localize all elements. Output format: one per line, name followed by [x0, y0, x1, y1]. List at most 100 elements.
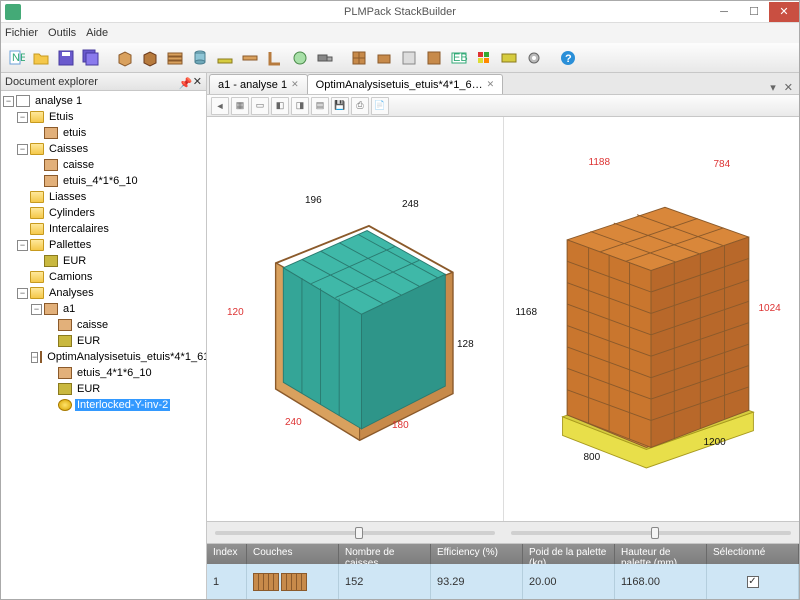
tree-root[interactable]: analyse 1: [33, 95, 84, 107]
col-sel[interactable]: Sélectionné: [707, 544, 799, 564]
cell-nombre: 152: [339, 564, 431, 599]
svg-text:NEW: NEW: [12, 52, 25, 64]
minimize-button[interactable]: ─: [709, 2, 739, 22]
tab-menu-icon[interactable]: ▾: [766, 81, 780, 94]
tree-a1-eur[interactable]: EUR: [75, 335, 102, 347]
view-toolbar: ◄ ▦ ▭ ◧ ◨ ▤ 💾 ⎙ 📄: [207, 95, 799, 117]
col-hauteur[interactable]: Hauteur de palette (mm): [615, 544, 707, 564]
cell-couches: [247, 564, 339, 599]
select-checkbox: [747, 576, 759, 588]
tree-analyses[interactable]: Analyses: [47, 287, 96, 299]
angle-slider-1[interactable]: [215, 531, 495, 535]
view2-icon[interactable]: ▭: [251, 97, 269, 115]
pallet-icon[interactable]: [214, 47, 236, 69]
tab-a1[interactable]: a1 - analyse 1✕: [209, 74, 308, 94]
menu-outils[interactable]: Outils: [48, 27, 76, 39]
tree-etuis[interactable]: Etuis: [47, 111, 75, 123]
help-icon[interactable]: ?: [557, 47, 579, 69]
film-icon[interactable]: [289, 47, 311, 69]
cylinder-icon[interactable]: [189, 47, 211, 69]
dim-1168: 1168: [516, 307, 538, 318]
col-index[interactable]: Index: [207, 544, 247, 564]
analysis4-icon[interactable]: [423, 47, 445, 69]
dim-128: 128: [457, 339, 474, 350]
pin-icon[interactable]: 📌: [179, 77, 189, 87]
cube-icon[interactable]: [473, 47, 495, 69]
tree-cylinders[interactable]: Cylinders: [47, 207, 97, 219]
case-3d-view[interactable]: 196 248 120 128 240 180: [207, 117, 503, 521]
col-poids[interactable]: Poid de la palette (kg): [523, 544, 615, 564]
tree-a1[interactable]: a1: [61, 303, 77, 315]
layer-thumb-icon: [253, 573, 279, 591]
box-icon[interactable]: [114, 47, 136, 69]
corner-icon[interactable]: [264, 47, 286, 69]
cell-sel[interactable]: [707, 564, 799, 599]
table-row[interactable]: 1 152 93.29 20.00 1168.00: [207, 564, 799, 599]
explorer-close-icon[interactable]: ✕: [193, 75, 202, 88]
tree-optim[interactable]: OptimAnalysisetuis_etuis*4*1_61: [45, 351, 206, 363]
col-couches[interactable]: Couches: [247, 544, 339, 564]
menu-aide[interactable]: Aide: [86, 27, 108, 39]
truck-icon[interactable]: [314, 47, 336, 69]
dim-784: 784: [714, 159, 731, 170]
tab-optim[interactable]: OptimAnalysisetuis_etuis*4*1_6…✕: [307, 74, 503, 94]
print-icon[interactable]: ⎙: [351, 97, 369, 115]
tree-view[interactable]: −analyse 1 −Etuis etuis −Caisses caisse …: [1, 91, 206, 599]
angle-slider-2[interactable]: [511, 531, 791, 535]
bundle-icon[interactable]: [164, 47, 186, 69]
ect-icon[interactable]: EBCS: [448, 47, 470, 69]
tab-overflow-close-icon[interactable]: ✕: [780, 81, 797, 94]
dim-196: 196: [305, 195, 322, 206]
save-icon[interactable]: [55, 47, 77, 69]
tree-camions[interactable]: Camions: [47, 271, 94, 283]
tree-a1-caisse[interactable]: caisse: [75, 319, 110, 331]
save-view-icon[interactable]: 💾: [331, 97, 349, 115]
results-table: Index Couches Nombre de caisses Efficien…: [207, 543, 799, 599]
maximize-button[interactable]: ☐: [739, 2, 769, 22]
close-button[interactable]: ✕: [769, 2, 799, 22]
title-bar: PLMPack StackBuilder ─ ☐ ✕: [1, 1, 799, 23]
cell-eff: 93.29: [431, 564, 523, 599]
tree-intercalaires[interactable]: Intercalaires: [47, 223, 111, 235]
cell-poids: 20.00: [523, 564, 615, 599]
explorer-title: Document explorer: [5, 76, 98, 88]
tree-caisses[interactable]: Caisses: [47, 143, 90, 155]
window-title: PLMPack StackBuilder: [344, 6, 456, 18]
viewport: 196 248 120 128 240 180: [207, 117, 799, 521]
analysis1-icon[interactable]: [348, 47, 370, 69]
report-icon[interactable]: 📄: [371, 97, 389, 115]
col-nombre[interactable]: Nombre de caisses: [339, 544, 431, 564]
tree-etuis4[interactable]: etuis_4*1*6_10: [61, 175, 140, 187]
layer-edit-icon[interactable]: [498, 47, 520, 69]
tree-selected[interactable]: Interlocked-Y-inv-2: [75, 399, 170, 411]
tree-liasses[interactable]: Liasses: [47, 191, 88, 203]
tab-close-icon[interactable]: ✕: [487, 79, 495, 90]
analysis2-icon[interactable]: [373, 47, 395, 69]
tree-optim-eur[interactable]: EUR: [75, 383, 102, 395]
new-icon[interactable]: NEW: [5, 47, 27, 69]
analysis3-icon[interactable]: [398, 47, 420, 69]
tree-optim-etuis[interactable]: etuis_4*1*6_10: [75, 367, 154, 379]
settings-icon[interactable]: [523, 47, 545, 69]
tree-pallettes[interactable]: Pallettes: [47, 239, 93, 251]
pallet-3d-view[interactable]: 1188 784 1168 1024 800 1200: [503, 117, 800, 521]
menu-fichier[interactable]: Fichier: [5, 27, 38, 39]
save-all-icon[interactable]: [80, 47, 102, 69]
box2-icon[interactable]: [139, 47, 161, 69]
back-icon[interactable]: ◄: [211, 97, 229, 115]
tree-etuis-item[interactable]: etuis: [61, 127, 88, 139]
dim-1200: 1200: [704, 437, 726, 448]
open-icon[interactable]: [30, 47, 52, 69]
tree-caisse[interactable]: caisse: [61, 159, 96, 171]
view1-icon[interactable]: ▦: [231, 97, 249, 115]
view4-icon[interactable]: ◨: [291, 97, 309, 115]
main-toolbar: NEW EBCS ?: [1, 43, 799, 73]
view3-icon[interactable]: ◧: [271, 97, 289, 115]
svg-text:EBCS: EBCS: [453, 52, 468, 64]
interlayer-icon[interactable]: [239, 47, 261, 69]
view5-icon[interactable]: ▤: [311, 97, 329, 115]
col-eff[interactable]: Efficiency (%): [431, 544, 523, 564]
tree-eur[interactable]: EUR: [61, 255, 88, 267]
main-panel: a1 - analyse 1✕ OptimAnalysisetuis_etuis…: [207, 73, 799, 599]
tab-close-icon[interactable]: ✕: [291, 79, 299, 90]
